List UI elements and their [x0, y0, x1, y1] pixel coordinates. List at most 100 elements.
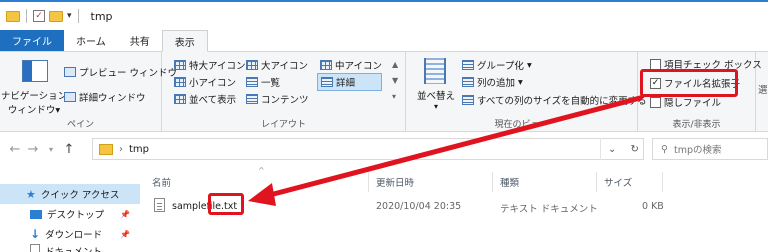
scroll-down-icon[interactable]: ▼	[392, 76, 398, 85]
add-columns-button[interactable]: 列の追加 ▾	[462, 75, 523, 89]
hidden-items-toggle[interactable]: 隠しファイル	[650, 95, 721, 109]
group-label: 現在のビュー	[494, 120, 549, 130]
column-divider[interactable]	[368, 172, 369, 192]
text-file-icon	[154, 198, 165, 212]
small-icons-icon	[174, 77, 186, 87]
tab-home[interactable]: ホーム	[64, 30, 118, 51]
navigation-pane-button[interactable]: ナビゲーション ウィンドウ▾	[1, 88, 67, 116]
column-header-size[interactable]: サイズ	[604, 172, 632, 192]
sort-indicator-icon: ^	[258, 166, 265, 175]
new-folder-icon[interactable]	[49, 10, 63, 22]
option-label: 特大アイコン	[189, 61, 246, 72]
autofit-label: すべての列のサイズを自動的に変更する	[477, 96, 647, 107]
sort-button[interactable]: 並べ替え ▾	[414, 88, 458, 111]
tab-view[interactable]: 表示	[161, 30, 208, 52]
properties-icon[interactable]: ✓	[33, 10, 45, 22]
navigation-pane-label: ナビゲーション	[0, 91, 68, 102]
group-label: レイアウト	[260, 120, 306, 130]
address-bar: ← → ▾ ↑ › tmp ⌄ ↻ ⚲ tmpの検索	[0, 134, 768, 164]
option-label: 詳細	[336, 78, 356, 89]
address-controls: ⌄ ↻	[600, 138, 646, 160]
details-option[interactable]: 詳細	[317, 73, 383, 91]
navigation-pane: ★ クイック アクセス デスクトップ 📌 ↓ ダウンロード 📌 ドキュメント	[0, 170, 140, 252]
window-title: tmp	[90, 9, 113, 23]
details-view-icon	[321, 77, 333, 87]
search-input[interactable]: ⚲ tmpの検索	[652, 138, 768, 160]
navigation-pane-icon[interactable]	[22, 60, 48, 82]
group-by-icon	[462, 60, 474, 70]
group-by-button[interactable]: グループ化 ▾	[462, 58, 532, 72]
pin-icon[interactable]: 📌	[120, 210, 130, 219]
medium-icons-icon	[320, 60, 332, 70]
chevron-down-icon: ▾	[526, 59, 532, 71]
sidebar-item-desktop[interactable]: デスクトップ 📌	[0, 204, 140, 224]
large-icons-icon	[246, 60, 258, 70]
refresh-icon[interactable]: ↻	[631, 144, 639, 155]
tiles-icon	[174, 94, 186, 104]
sidebar-item-label: クイック アクセス	[40, 190, 120, 201]
file-modified: 2020/10/04 20:35	[376, 201, 462, 212]
document-icon	[30, 244, 40, 252]
forward-arrow-icon[interactable]: →	[24, 142, 42, 157]
option-label: コンテンツ	[261, 95, 309, 106]
sidebar-item-label: ダウンロード	[45, 230, 103, 241]
content-option[interactable]: コンテンツ	[246, 92, 309, 106]
hide-selected-button[interactable]: 選	[758, 82, 768, 96]
extra-large-icons-option[interactable]: 特大アイコン	[174, 58, 246, 72]
chevron-down-icon: ▾	[433, 102, 438, 111]
column-header-modified[interactable]: 更新日時	[376, 172, 414, 192]
sidebar-item-label: ドキュメント	[45, 244, 102, 252]
customize-quick-access-icon[interactable]: ▾	[67, 11, 72, 21]
folder-icon[interactable]	[6, 10, 20, 22]
search-placeholder: tmpの検索	[673, 145, 722, 156]
autofit-icon	[462, 95, 474, 105]
preview-pane-button[interactable]: プレビュー ウィンドウ	[64, 65, 177, 79]
details-pane-button[interactable]: 詳細ウィンドウ	[64, 90, 146, 104]
column-divider[interactable]	[662, 172, 663, 192]
large-icons-option[interactable]: 大アイコン	[246, 58, 308, 72]
column-divider[interactable]	[492, 172, 493, 192]
back-arrow-icon[interactable]: ←	[6, 142, 24, 157]
layout-group: 特大アイコン 大アイコン 中アイコン 小アイコン 一覧 詳細 並べて表示 コンテ…	[162, 52, 406, 132]
autofit-columns-button[interactable]: すべての列のサイズを自動的に変更する	[462, 93, 647, 107]
extra-large-icons-icon	[174, 60, 186, 70]
tab-file[interactable]: ファイル	[0, 30, 64, 51]
medium-icons-option[interactable]: 中アイコン	[320, 58, 382, 72]
tab-share[interactable]: 共有	[118, 30, 162, 51]
annotation-highlight-extension-toggle	[640, 69, 738, 97]
group-by-label: グループ化	[477, 61, 524, 72]
recent-locations-icon[interactable]: ▾	[42, 145, 60, 154]
scroll-up-icon[interactable]: ▲	[392, 60, 398, 69]
checkbox[interactable]	[650, 96, 661, 108]
list-option[interactable]: 一覧	[246, 75, 280, 89]
up-arrow-icon[interactable]: ↑	[60, 142, 78, 157]
panes-group: ナビゲーション ウィンドウ▾ プレビュー ウィンドウ 詳細ウィンドウ ペイン	[0, 52, 177, 132]
desktop-icon	[30, 209, 42, 219]
sort-icon[interactable]	[424, 58, 446, 84]
sort-label: 並べ替え	[416, 91, 455, 102]
checkbox[interactable]	[650, 58, 661, 70]
column-divider[interactable]	[596, 172, 597, 192]
column-header-type[interactable]: 種類	[500, 172, 519, 192]
sidebar-item-downloads[interactable]: ↓ ダウンロード 📌	[0, 224, 140, 244]
address-dropdown-icon[interactable]: ⌄	[608, 144, 616, 155]
title-bar: ✓ ▾ tmp	[0, 0, 768, 30]
list-view-icon	[246, 77, 258, 87]
tiles-option[interactable]: 並べて表示	[174, 92, 236, 106]
pin-icon[interactable]: 📌	[120, 230, 130, 239]
sidebar-item-quick-access[interactable]: ★ クイック アクセス	[0, 184, 140, 204]
navigation-pane-label: ウィンドウ▾	[7, 105, 61, 116]
small-icons-option[interactable]: 小アイコン	[174, 75, 236, 89]
column-header-name[interactable]: 名前	[152, 172, 171, 192]
address-field[interactable]: › tmp	[92, 138, 644, 160]
sidebar-item-documents[interactable]: ドキュメント	[0, 244, 140, 252]
group-label: ペイン	[66, 120, 94, 130]
preview-pane-icon	[64, 67, 76, 77]
chevron-right-icon: ›	[119, 143, 123, 155]
ribbon-tabs: ファイル ホーム 共有 表示	[0, 30, 768, 52]
sidebar-item-label: デスクトップ	[47, 210, 105, 221]
divider	[77, 9, 79, 23]
expand-gallery-icon[interactable]: ▾	[392, 92, 396, 101]
download-icon: ↓	[30, 227, 41, 241]
current-view-group: 並べ替え ▾ グループ化 ▾ 列の追加 ▾ すべての列のサイズを自動的に変更する 現…	[406, 52, 647, 132]
